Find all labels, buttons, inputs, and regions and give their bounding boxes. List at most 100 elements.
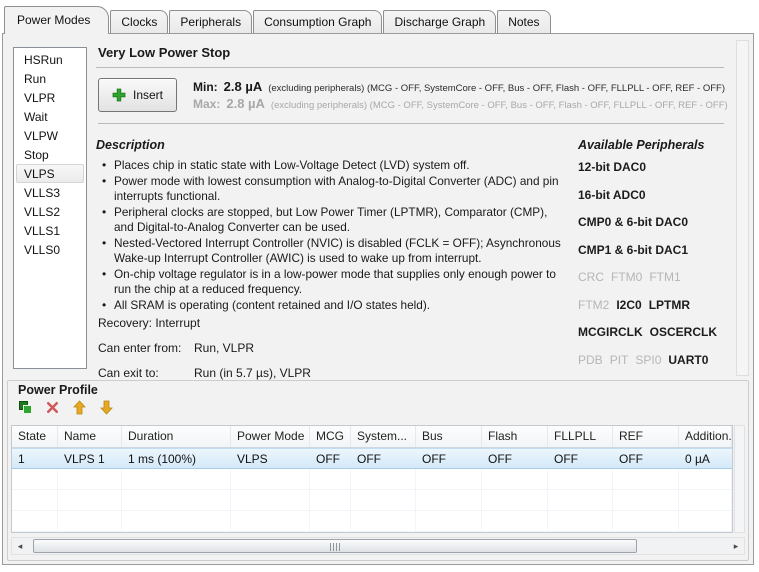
peripheral-row: CRCFTM0FTM1: [578, 268, 724, 286]
enter-from-label: Can enter from:: [98, 341, 194, 355]
table-cell-empty: [679, 511, 732, 531]
tab-discharge-graph[interactable]: Discharge Graph: [383, 10, 496, 33]
power-profile-title: Power Profile: [18, 383, 98, 397]
content-scrollbar-track[interactable]: [736, 40, 749, 376]
min-detail: (excluding peripherals) (MCG - OFF, Syst…: [268, 83, 725, 94]
minmax-section: Insert Min: 2.8 µA (excluding peripheral…: [98, 77, 724, 124]
list-item-vlpw[interactable]: VLPW: [16, 126, 84, 145]
list-item-vlps[interactable]: VLPS: [16, 164, 84, 183]
table-cell-empty: [679, 469, 732, 489]
description-bullets: Places chip in static state with Low-Vol…: [102, 158, 564, 313]
table-cell: OFF: [351, 449, 416, 468]
insert-button[interactable]: Insert: [98, 78, 177, 112]
table-cell-empty: [351, 490, 416, 510]
table-cell-empty: [310, 490, 351, 510]
table-cell-empty: [416, 511, 482, 531]
plus-icon: [112, 88, 126, 102]
table-cell-empty: [12, 490, 58, 510]
column-header-addition[interactable]: Addition...: [679, 426, 732, 447]
table-cell-empty: [548, 469, 613, 489]
description-title: Description: [96, 138, 564, 152]
table-cell-empty: [122, 469, 231, 489]
list-item-hsrun[interactable]: HSRun: [16, 50, 84, 69]
tab-power-modes[interactable]: Power Modes: [4, 6, 109, 34]
table-cell-empty: [58, 469, 122, 489]
column-header-mcg[interactable]: MCG: [310, 426, 351, 447]
peripheral-pdb: PDB: [578, 353, 603, 367]
move-down-icon[interactable]: [98, 399, 114, 415]
column-header-power-mode[interactable]: Power Mode: [231, 426, 310, 447]
peripheral-row: 16-bit ADC0: [578, 186, 724, 204]
peripherals-title: Available Peripherals: [578, 138, 724, 152]
table-cell: OFF: [482, 449, 548, 468]
description-bullet: All SRAM is operating (content retained …: [102, 298, 564, 313]
peripheral-row: MCGIRCLKOSCERCLK: [578, 323, 724, 341]
table-cell: 0 µA: [679, 449, 732, 468]
peripheral-12-bit-dac0: 12-bit DAC0: [578, 160, 646, 174]
table-vertical-scrollbar[interactable]: [734, 425, 745, 533]
peripheral-16-bit-adc0: 16-bit ADC0: [578, 188, 646, 202]
list-item-vlpr[interactable]: VLPR: [16, 88, 84, 107]
delete-state-icon[interactable]: [44, 399, 60, 415]
column-header-fllpll[interactable]: FLLPLL: [548, 426, 613, 447]
peripheral-pit: PIT: [610, 353, 629, 367]
enter-from-row: Can enter from: Run, VLPR: [98, 341, 564, 355]
peripheral-i2c0: I2C0: [616, 298, 641, 312]
tab-notes[interactable]: Notes: [497, 10, 550, 33]
table-cell-empty: [482, 511, 548, 531]
profile-toolbar: [17, 399, 114, 415]
duplicate-state-icon[interactable]: [17, 399, 33, 415]
peripheral-lptmr: LPTMR: [649, 298, 690, 312]
tab-peripherals[interactable]: Peripherals: [169, 10, 252, 33]
table-cell-empty: [613, 490, 679, 510]
scroll-left-arrow-icon[interactable]: ◂: [12, 538, 28, 554]
list-item-vlls2[interactable]: VLLS2: [16, 202, 84, 221]
peripheral-row: FTM2I2C0LPTMR: [578, 296, 724, 314]
horizontal-scrollbar-thumb[interactable]: [33, 539, 637, 553]
column-header-state[interactable]: State: [12, 426, 58, 447]
table-cell-empty: [58, 511, 122, 531]
list-item-wait[interactable]: Wait: [16, 107, 84, 126]
column-header-bus[interactable]: Bus: [416, 426, 482, 447]
column-header-ref[interactable]: REF: [613, 426, 679, 447]
max-label: Max:: [193, 97, 220, 111]
column-header-duration[interactable]: Duration: [122, 426, 231, 447]
table-row[interactable]: 1VLPS 11 ms (100%)VLPSOFFOFFOFFOFFOFFOFF…: [12, 448, 732, 469]
peripheral-uart0: UART0: [668, 353, 708, 367]
list-item-vlls3[interactable]: VLLS3: [16, 183, 84, 202]
table-cell-empty: [122, 511, 231, 531]
peripheral-row: 12-bit DAC0: [578, 158, 724, 176]
peripheral-ftm1: FTM1: [649, 270, 680, 284]
tab-clocks[interactable]: Clocks: [110, 10, 168, 33]
table-cell-empty: [351, 469, 416, 489]
profile-table-header: StateNameDurationPower ModeMCGSystem...B…: [12, 426, 732, 448]
peripherals-section: Available Peripherals 12-bit DAC0 16-bit …: [574, 134, 724, 406]
scroll-right-arrow-icon[interactable]: ▸: [728, 538, 744, 554]
column-header-system[interactable]: System...: [351, 426, 416, 447]
description-bullet: On-chip voltage regulator is in a low-po…: [102, 267, 564, 297]
list-item-vlls0[interactable]: VLLS0: [16, 240, 84, 259]
insert-button-label: Insert: [133, 88, 163, 102]
list-item-vlls1[interactable]: VLLS1: [16, 221, 84, 240]
peripheral-row: CMP0 & 6-bit DAC0: [578, 213, 724, 231]
column-header-name[interactable]: Name: [58, 426, 122, 447]
max-detail: (excluding peripherals) (MCG - OFF, Syst…: [271, 100, 728, 111]
list-item-stop[interactable]: Stop: [16, 145, 84, 164]
description-bullet: Power mode with lowest consumption with …: [102, 174, 564, 204]
description-section: Description Places chip in static state …: [96, 134, 574, 406]
move-up-icon[interactable]: [71, 399, 87, 415]
exit-to-label: Can exit to:: [98, 366, 194, 380]
minmax-values: Min: 2.8 µA (excluding peripherals) (MCG…: [193, 77, 728, 113]
power-modes-list: HSRunRunVLPRWaitVLPWStopVLPSVLLS3VLLS2VL…: [13, 47, 87, 369]
power-modes-panel: HSRunRunVLPRWaitVLPWStopVLPSVLLS3VLLS2VL…: [2, 33, 754, 565]
tab-consumption-graph[interactable]: Consumption Graph: [253, 10, 382, 33]
table-cell-empty: [613, 511, 679, 531]
exit-to-value: Run (in 5.7 µs), VLPR: [194, 366, 311, 380]
peripheral-cmp0-6-bit-dac0: CMP0 & 6-bit DAC0: [578, 215, 688, 229]
column-header-flash[interactable]: Flash: [482, 426, 548, 447]
table-row-empty: [12, 490, 732, 511]
table-cell-empty: [548, 511, 613, 531]
table-cell-empty: [679, 490, 732, 510]
profile-table: StateNameDurationPower ModeMCGSystem...B…: [11, 425, 733, 533]
list-item-run[interactable]: Run: [16, 69, 84, 88]
